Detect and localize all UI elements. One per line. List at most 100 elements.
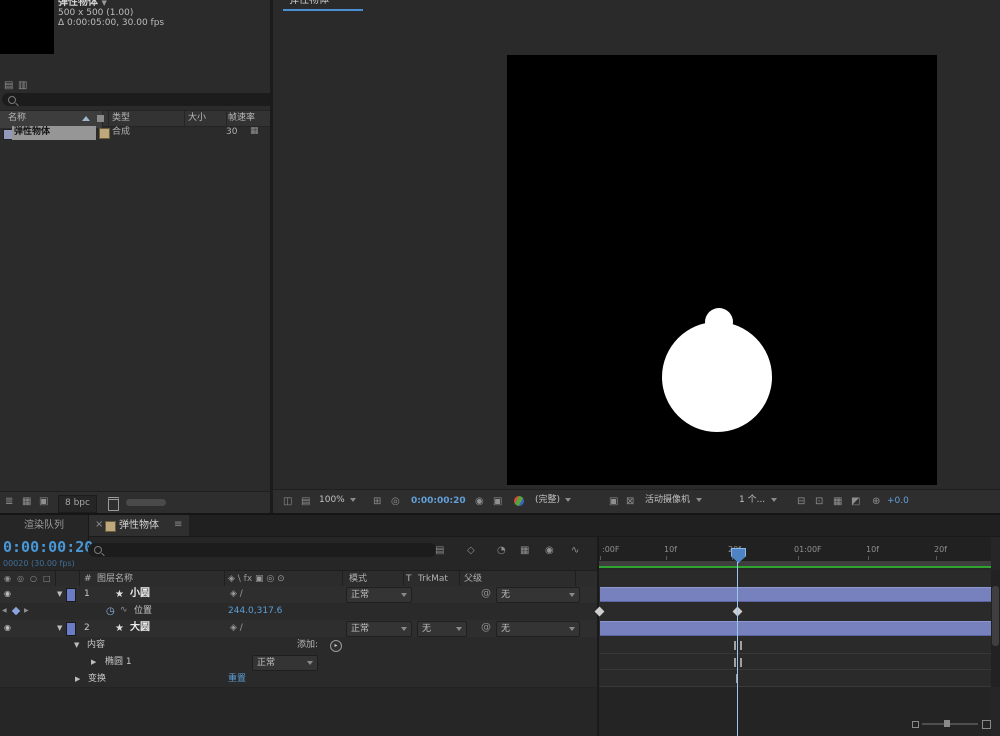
- roi-icon[interactable]: ▣: [609, 497, 618, 507]
- position-value[interactable]: 244.0,317.6: [228, 606, 282, 617]
- timeline-zoom-track[interactable]: [922, 723, 978, 725]
- layer-name[interactable]: 大圆: [130, 622, 150, 634]
- keyframe-ibeam[interactable]: [740, 658, 742, 667]
- column-parent[interactable]: 父级: [464, 574, 482, 585]
- trash-icon[interactable]: [108, 497, 119, 511]
- new-comp-icon[interactable]: ▣: [39, 497, 48, 507]
- keyframe-ibeam[interactable]: [740, 641, 742, 650]
- layer-switches[interactable]: ◈ ∕: [230, 589, 243, 600]
- frame-blend-icon[interactable]: ▦: [520, 546, 529, 556]
- layer-row-1[interactable]: ◉ ▼ 1 ★ 小圆 ◈ ∕ 正常 @ 无: [0, 586, 597, 604]
- video-header-icon[interactable]: ◉: [4, 575, 11, 583]
- viewer-timecode[interactable]: 0:00:00:20: [411, 496, 466, 507]
- column-hash[interactable]: #: [84, 574, 92, 585]
- layer-name[interactable]: 小圆: [130, 588, 150, 600]
- expand-arrow-icon[interactable]: ▶: [91, 659, 96, 666]
- composition-view[interactable]: [507, 55, 937, 485]
- layer-duration-bar-1[interactable]: [600, 587, 991, 602]
- reset-link[interactable]: 重置: [228, 674, 246, 685]
- playhead-line[interactable]: [737, 559, 738, 736]
- timeline-zoom-in-icon[interactable]: [982, 720, 991, 729]
- fast-previews-icon[interactable]: ⊡: [815, 497, 823, 507]
- column-trkmat[interactable]: TrkMat: [418, 574, 448, 585]
- exposure-value[interactable]: +0.0: [887, 496, 909, 507]
- project-filter-icon[interactable]: ▥: [18, 81, 27, 91]
- parent-select[interactable]: 无: [496, 587, 580, 603]
- column-switches[interactable]: ◈ \ fx ▣ ◎ ⊙: [228, 574, 285, 585]
- new-folder-icon[interactable]: ▦: [22, 497, 31, 507]
- layer-duration-bar-2[interactable]: [600, 621, 991, 636]
- timeline-track-empty-area[interactable]: [599, 687, 991, 736]
- layer-color-chip[interactable]: [66, 588, 76, 602]
- stopwatch-icon[interactable]: ◷: [106, 606, 115, 618]
- timeline-search-input[interactable]: [88, 543, 437, 557]
- graph-toggle-icon[interactable]: ∿: [120, 606, 128, 615]
- mini-flowchart-icon[interactable]: ▤: [435, 546, 444, 556]
- zoom-select[interactable]: 100%: [319, 495, 356, 506]
- expand-arrow-icon[interactable]: ▼: [57, 591, 62, 598]
- show-snapshot-icon[interactable]: ▣: [493, 497, 502, 507]
- trkmat-select[interactable]: 无: [417, 621, 467, 637]
- blend-mode-select[interactable]: 正常: [346, 621, 412, 637]
- always-preview-icon[interactable]: ◫: [283, 497, 292, 507]
- add-button[interactable]: ▸: [330, 640, 342, 652]
- keyframe-ibeam[interactable]: [734, 641, 736, 650]
- project-row[interactable]: 弹性物体 合成 30 ▦: [0, 126, 270, 141]
- layer-switches[interactable]: ◈ ∕: [230, 623, 243, 634]
- eye-icon[interactable]: ◉: [4, 590, 11, 598]
- snapshot-icon[interactable]: ◉: [475, 497, 484, 507]
- group-label[interactable]: 变换: [88, 674, 106, 685]
- timeline-zoom-out-icon[interactable]: [912, 721, 919, 728]
- panel-scroll-pill[interactable]: [126, 499, 166, 506]
- view-layout-select[interactable]: 1 个...: [739, 495, 777, 506]
- parent-select[interactable]: 无: [496, 621, 580, 637]
- comp-title-caret-icon[interactable]: ▼: [101, 0, 106, 7]
- blend-mode-select[interactable]: 正常: [346, 587, 412, 603]
- column-mode[interactable]: 模式: [349, 574, 367, 585]
- motion-blur-icon[interactable]: ◉: [545, 546, 554, 556]
- timeline-zoom-handle[interactable]: [944, 720, 950, 727]
- draft-3d-icon[interactable]: ◇: [467, 546, 475, 556]
- blend-mode-select[interactable]: 正常: [252, 655, 318, 671]
- flowchart-icon[interactable]: ◩: [851, 497, 860, 507]
- pixel-aspect-icon[interactable]: ⊟: [797, 497, 805, 507]
- ellipse-group-row[interactable]: ▶ 椭圆 1 正常: [0, 654, 597, 672]
- grid-guides-icon[interactable]: ⊞: [373, 497, 381, 507]
- keyframe-add-icon[interactable]: [12, 607, 20, 615]
- audio-header-icon[interactable]: ◎: [17, 575, 24, 583]
- group-label[interactable]: 内容: [87, 640, 105, 651]
- tab-close-icon[interactable]: ×: [95, 519, 103, 531]
- bpc-toggle[interactable]: 8 bpc: [58, 495, 97, 513]
- project-search-input[interactable]: [2, 93, 273, 106]
- comp-thumbnail[interactable]: [0, 0, 54, 54]
- lock-header-icon[interactable]: □: [43, 575, 51, 583]
- pickwhip-icon[interactable]: @: [481, 589, 491, 599]
- camera-select[interactable]: 活动摄像机: [645, 495, 702, 506]
- position-property-row[interactable]: ◀ ▶ ◷ ∿ 位置 244.0,317.6: [0, 603, 597, 621]
- graph-editor-icon[interactable]: ∿: [571, 546, 579, 556]
- keyframe-next-icon[interactable]: ▶: [24, 608, 29, 614]
- contents-group-row[interactable]: ▼ 内容 添加: ▸: [0, 637, 597, 655]
- layer-row-2[interactable]: ◉ ▼ 2 ★ 大圆 ◈ ∕ 正常 无 @ 无: [0, 620, 597, 638]
- tab-menu-icon[interactable]: ≡: [174, 519, 182, 531]
- expand-arrow-icon[interactable]: ▼: [57, 625, 62, 632]
- viewer-tab[interactable]: 弹性物体: [283, 0, 363, 11]
- property-label[interactable]: 位置: [134, 606, 152, 617]
- transform-group-row[interactable]: ▶ 变换 重置: [0, 671, 597, 688]
- transparency-grid-icon[interactable]: ⊠: [626, 497, 634, 507]
- eye-icon[interactable]: ◉: [4, 624, 11, 632]
- keyframe-ibeam[interactable]: [734, 658, 736, 667]
- timeline-button-icon[interactable]: ▦: [833, 497, 842, 507]
- pickwhip-icon[interactable]: @: [481, 623, 491, 633]
- keyframe-prev-icon[interactable]: ◀: [2, 608, 7, 614]
- mask-visibility-icon[interactable]: ◎: [391, 497, 400, 507]
- tab-comp-active[interactable]: × 弹性物体 ≡: [89, 515, 189, 536]
- item-name[interactable]: 弹性物体: [12, 126, 96, 140]
- interpret-footage-icon[interactable]: ≣: [5, 497, 13, 507]
- expand-arrow-icon[interactable]: ▶: [75, 676, 80, 683]
- primary-viewer-icon[interactable]: ▤: [301, 497, 310, 507]
- current-timecode[interactable]: 0:00:00:20: [3, 538, 93, 556]
- expand-arrow-icon[interactable]: ▼: [74, 642, 79, 649]
- solo-header-icon[interactable]: ○: [30, 575, 37, 583]
- layer-color-chip[interactable]: [66, 622, 76, 636]
